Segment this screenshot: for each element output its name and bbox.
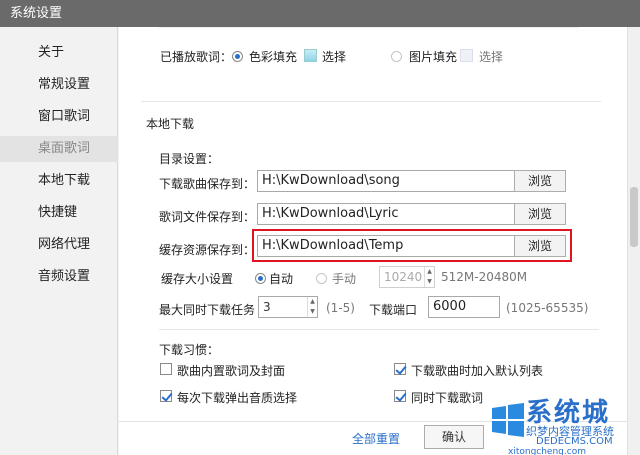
color-swatch-icon[interactable] (304, 49, 317, 62)
watermark-url: xitongcheng.com (508, 447, 586, 455)
cache-auto-label: 自动 (269, 272, 294, 286)
habit-embed-checkbox[interactable] (160, 363, 172, 375)
song-browse-button[interactable]: 浏览 (514, 170, 566, 192)
stepper-down-icon[interactable]: ▼ (308, 307, 317, 317)
settings-sidebar: 关于 常规设置 窗口歌词 桌面歌词 本地下载 快捷键 网络代理 音频设置 (0, 27, 118, 455)
port-input[interactable]: 6000 (428, 296, 500, 318)
habit-lyrics-checkbox[interactable] (394, 390, 406, 402)
habit-quality-checkbox[interactable] (160, 390, 172, 402)
stepper-up-icon: ▲ (427, 268, 432, 275)
port-range: (1025-65535) (506, 301, 589, 315)
lyric-path-input[interactable]: H:\KwDownload\Lyric (257, 203, 515, 225)
color-fill-radio[interactable] (232, 51, 243, 62)
window-title: 系统设置 (10, 6, 63, 21)
max-tasks-stepper[interactable]: 3 ▲ ▼ (258, 296, 318, 318)
image-fill-radio[interactable] (391, 51, 402, 62)
sidebar-item-desktop-lyrics[interactable]: 桌面歌词 (0, 136, 118, 162)
sidebar-item-proxy[interactable]: 网络代理 (0, 232, 118, 258)
watermark-domain: DEDECMS.COM (536, 436, 613, 447)
habit-quality-label: 每次下载弹出音质选择 (177, 391, 298, 405)
max-tasks-range: (1-5) (326, 301, 355, 315)
cache-size-stepper: 10240 ▲ ▼ (379, 266, 435, 288)
lyric-browse-button[interactable]: 浏览 (514, 203, 566, 225)
cache-auto-radio[interactable] (255, 273, 266, 284)
image-fill-label: 图片填充 (409, 50, 458, 64)
habit-embed-label: 歌曲内置歌词及封面 (177, 364, 286, 378)
lyric-path-label: 歌词文件保存到： (159, 210, 256, 224)
cache-size-value: 10240 (384, 270, 423, 284)
song-path-input[interactable]: H:\KwDownload\song (257, 170, 515, 192)
habits-title: 下载习惯： (159, 343, 220, 357)
cache-manual-label: 手动 (332, 272, 357, 286)
song-path-label: 下载歌曲保存到： (159, 177, 256, 191)
sidebar-item-window-lyrics[interactable]: 窗口歌词 (0, 104, 118, 130)
cache-size-range: 512M-20480M (441, 270, 528, 284)
habit-default-list-checkbox[interactable] (394, 363, 406, 375)
habit-lyrics-label: 同时下载歌词 (411, 391, 484, 405)
section-divider (141, 101, 601, 102)
dir-settings-title: 目录设置： (159, 152, 220, 166)
download-section-title: 本地下载 (146, 117, 195, 131)
watermark: 系统城 织梦内容管理系统 DEDECMS.COM xitongcheng.com (488, 392, 640, 455)
cache-path-label: 缓存资源保存到： (159, 243, 256, 257)
color-fill-label: 色彩填充 (249, 50, 298, 64)
habits-divider (159, 329, 599, 330)
image-select-button: 选择 (479, 50, 504, 64)
played-lyrics-label: 已播放歌词： (160, 50, 233, 64)
settings-content: 已播放歌词： 色彩填充 选择 图片填充 选择 本地下载 目录设置： 下载歌曲保存… (119, 27, 627, 455)
stepper-up-icon[interactable]: ▲ (308, 297, 317, 307)
sidebar-item-general[interactable]: 常规设置 (0, 72, 118, 98)
content-scrollbar[interactable] (627, 27, 640, 455)
sidebar-item-audio[interactable]: 音频设置 (0, 264, 118, 290)
sidebar-item-hotkeys[interactable]: 快捷键 (0, 200, 118, 226)
port-label: 下载端口 (369, 303, 418, 317)
highlight-box (252, 229, 572, 262)
windows-logo-icon (492, 403, 524, 437)
cache-manual-radio[interactable] (316, 273, 327, 284)
stepper-down-icon: ▼ (427, 278, 432, 285)
reset-all-link[interactable]: 全部重置 (352, 430, 400, 447)
sidebar-item-about[interactable]: 关于 (0, 40, 118, 66)
scrollbar-thumb[interactable] (630, 187, 638, 247)
max-tasks-value: 3 (263, 300, 271, 314)
habit-default-list-label: 下载歌曲时加入默认列表 (411, 364, 544, 378)
max-tasks-label: 最大同时下载任务 (159, 303, 256, 317)
ok-button[interactable]: 确认 (424, 425, 484, 449)
image-swatch-icon (460, 49, 473, 62)
sidebar-item-local-download[interactable]: 本地下载 (0, 168, 118, 194)
top-partial-row (159, 27, 579, 28)
window-titlebar: 系统设置 (0, 0, 640, 27)
cache-size-label: 缓存大小设置 (161, 272, 234, 286)
color-select-button[interactable]: 选择 (322, 48, 346, 65)
